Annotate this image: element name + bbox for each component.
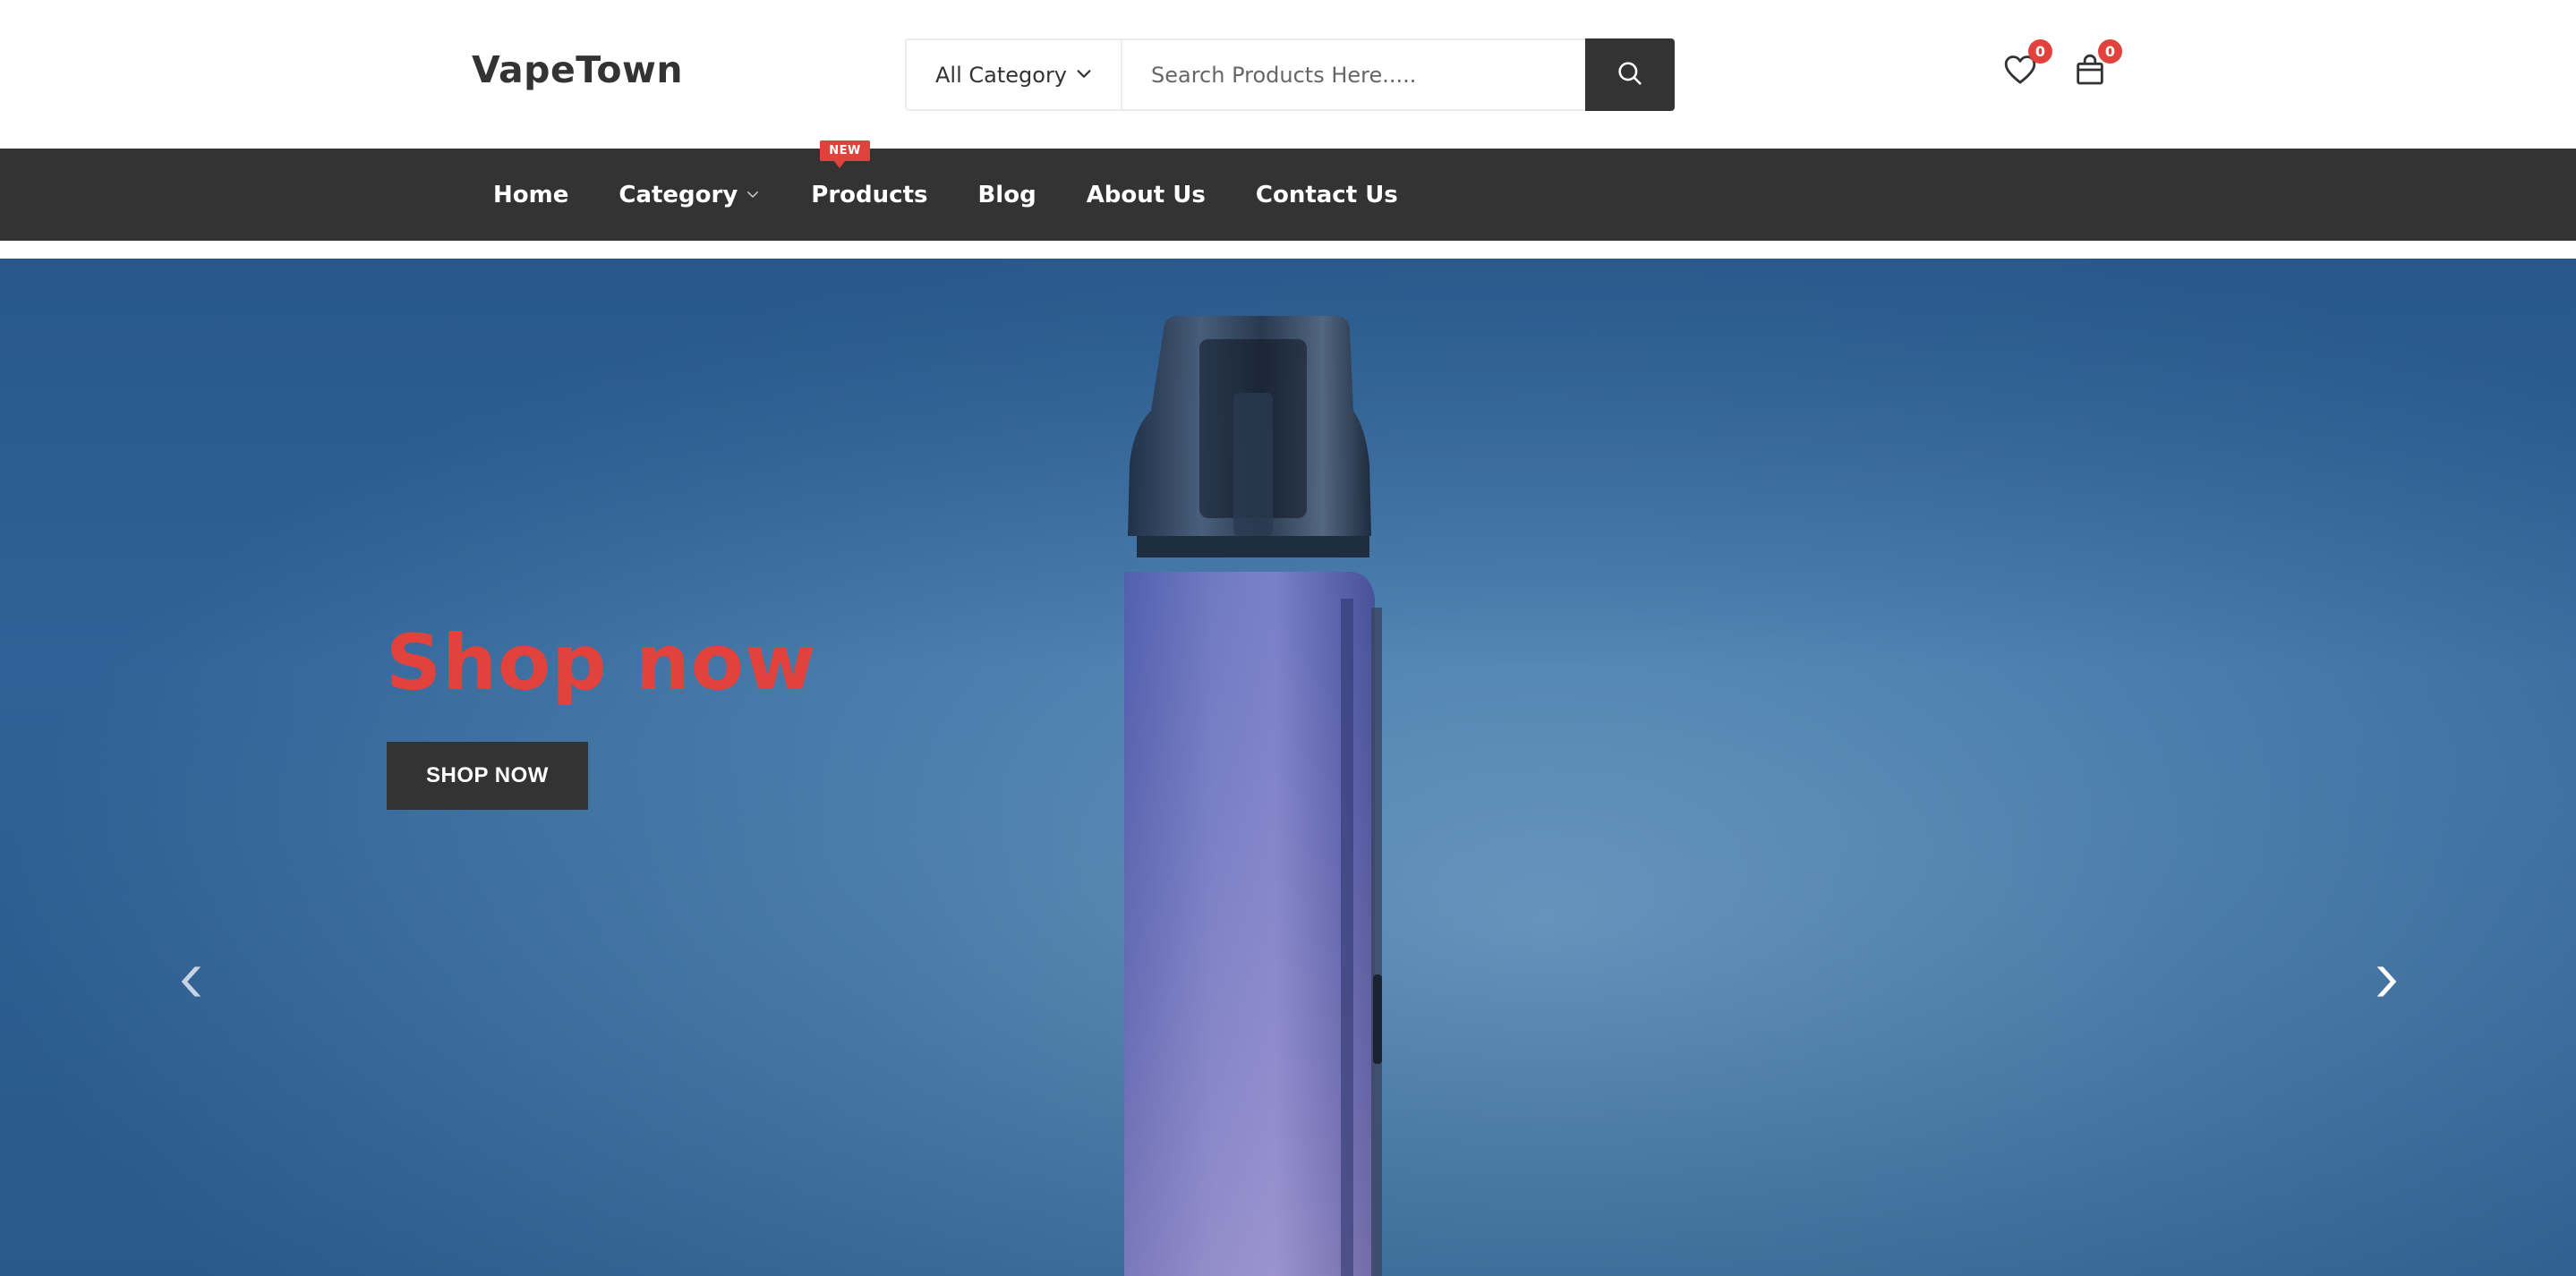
- slider-prev-button[interactable]: [175, 962, 211, 1001]
- cart-button[interactable]: 0: [2072, 39, 2122, 91]
- heart-icon: [2002, 55, 2038, 91]
- nav-item-category[interactable]: Category: [618, 182, 761, 208]
- nav-item-contact-us[interactable]: Contact Us: [1256, 182, 1398, 208]
- category-select-label: All Category: [935, 62, 1068, 88]
- shopping-bag-icon: [2072, 54, 2108, 91]
- new-badge: NEW: [820, 140, 870, 168]
- site-header: VapeTown All Category 0: [0, 0, 2576, 149]
- main-navigation: Home Category NEW Products Blog About Us…: [0, 140, 2576, 241]
- nav-item-label: Blog: [977, 181, 1036, 208]
- search-icon: [1615, 58, 1645, 91]
- chevron-left-icon: [175, 966, 211, 1005]
- nav-item-blog[interactable]: Blog: [977, 182, 1036, 208]
- search-button[interactable]: [1585, 38, 1675, 111]
- chevron-right-icon: [2367, 966, 2402, 1005]
- nav-list: Home Category NEW Products Blog About Us…: [472, 140, 1423, 241]
- page: VapeTown All Category 0: [0, 0, 2576, 1276]
- wishlist-count-badge: 0: [2028, 39, 2052, 64]
- nav-item-about-us[interactable]: About Us: [1087, 182, 1206, 208]
- nav-item-products[interactable]: NEW Products: [811, 140, 928, 208]
- hero-headline: Shop now: [386, 618, 817, 708]
- wishlist-button[interactable]: 0: [2002, 39, 2052, 91]
- nav-item-label: Category: [618, 181, 738, 208]
- slider-next-button[interactable]: [2367, 962, 2402, 1001]
- nav-item-home[interactable]: Home: [493, 182, 568, 208]
- chevron-down-icon: [1074, 64, 1094, 87]
- shop-now-button[interactable]: SHOP NOW: [387, 742, 588, 810]
- nav-item-label: Contact Us: [1255, 181, 1398, 208]
- chevron-down-icon: [738, 182, 761, 208]
- nav-item-label: Home: [493, 181, 569, 208]
- cart-count-badge: 0: [2098, 39, 2122, 64]
- nav-item-label: Products: [811, 181, 928, 208]
- site-logo[interactable]: VapeTown: [472, 48, 683, 91]
- search-input[interactable]: [1122, 40, 1585, 109]
- category-select[interactable]: All Category: [907, 40, 1122, 109]
- hero-slider: Shop now SHOP NOW: [0, 259, 2576, 1276]
- search-bar: All Category: [905, 38, 1675, 111]
- vape-device-image: [1124, 316, 1382, 1276]
- nav-item-label: About Us: [1086, 181, 1206, 208]
